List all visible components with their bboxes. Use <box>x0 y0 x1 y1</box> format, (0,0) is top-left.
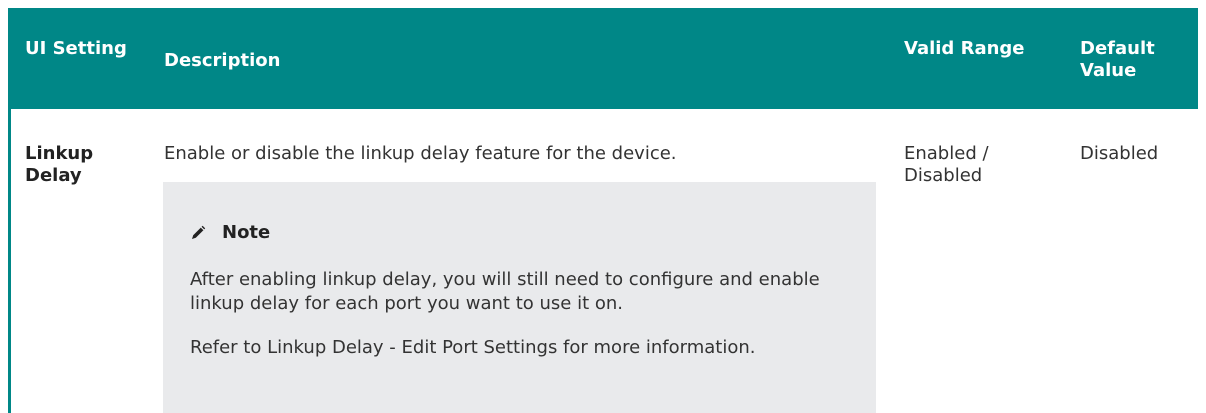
cell-default-value: Disabled <box>1080 143 1159 164</box>
note-title: Note <box>222 222 271 243</box>
note-paragraph: After enabling linkup delay, you will st… <box>190 269 820 314</box>
pencil-icon <box>190 225 206 241</box>
header-description: Description <box>164 50 281 71</box>
table-header-row: UI Setting Description Valid Range Defau… <box>8 8 1198 109</box>
cell-ui-setting: Linkup Delay <box>25 143 94 186</box>
header-ui-setting: UI Setting <box>25 38 127 59</box>
cell-description: Enable or disable the linkup delay featu… <box>164 143 677 164</box>
settings-table: UI Setting Description Valid Range Defau… <box>8 8 1198 413</box>
header-valid-range: Valid Range <box>904 38 1025 59</box>
note-header: Note <box>190 222 270 244</box>
note-box: Note After enabling linkup delay, you wi… <box>163 182 876 413</box>
note-paragraph: Refer to Linkup Delay - Edit Port Settin… <box>190 337 756 358</box>
header-default-value: Default Value <box>1080 38 1155 81</box>
table-row: Linkup Delay Enable or disable the linku… <box>8 109 1198 413</box>
cell-valid-range: Enabled / Disabled <box>904 143 989 186</box>
